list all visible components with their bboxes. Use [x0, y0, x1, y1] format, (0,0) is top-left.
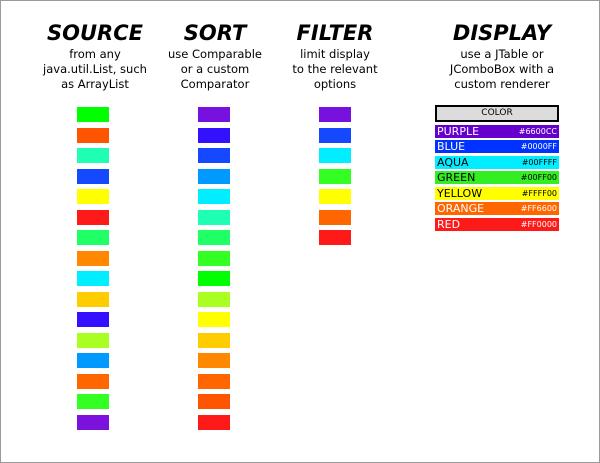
- source-swatch: [77, 127, 109, 143]
- legend-color-name: AQUA: [437, 155, 469, 169]
- sort-swatch: [198, 168, 230, 184]
- legend-row-yellow[interactable]: YELLOW #FFFF00: [435, 186, 559, 200]
- sort-swatch: [198, 271, 230, 286]
- sort-swatch: [198, 148, 230, 163]
- display-description: use a JTable or JComboBox with a custom …: [427, 47, 577, 92]
- legend-color-name: BLUE: [437, 140, 466, 153]
- filter-desc-line: to the relevant: [292, 62, 378, 76]
- source-swatch: [77, 189, 109, 204]
- sort-swatch: [198, 230, 230, 245]
- legend-row-red[interactable]: RED #FF0000: [435, 217, 559, 231]
- source-swatch: [77, 353, 109, 368]
- source-swatch: [77, 312, 109, 327]
- sort-swatch: [198, 107, 230, 122]
- filter-swatch: [319, 148, 351, 163]
- sort-swatch: [198, 394, 230, 409]
- source-desc-line: java.util.List, such: [43, 62, 147, 76]
- legend-color-name: GREEN: [437, 171, 476, 184]
- sort-swatch: [198, 353, 230, 368]
- source-swatch: [77, 394, 109, 409]
- display-title: DISPLAY: [452, 21, 552, 45]
- sort-swatch: [198, 414, 230, 430]
- diagram-canvas: SOURCE from any java.util.List, such as …: [0, 0, 600, 463]
- legend-row-green[interactable]: GREEN #00FF00: [435, 171, 559, 184]
- legend-color-name: ORANGE: [437, 202, 485, 215]
- sort-swatch: [198, 373, 230, 389]
- source-swatch: [77, 271, 109, 286]
- source-description: from any java.util.List, such as ArrayLi…: [25, 47, 165, 92]
- sort-swatch: [198, 209, 230, 225]
- display-desc-line: custom renderer: [454, 77, 550, 91]
- legend-row-blue[interactable]: BLUE #0000FF: [435, 140, 559, 153]
- source-swatch: [77, 230, 109, 245]
- legend-row-aqua[interactable]: AQUA #00FFFF: [435, 155, 559, 169]
- display-desc-line: JComboBox with a: [449, 62, 555, 76]
- legend-color-hex: #0000FF: [520, 142, 557, 151]
- filter-description: limit display to the relevant options: [265, 47, 405, 92]
- source-swatch: [77, 250, 109, 266]
- filter-swatch: [319, 107, 351, 122]
- filter-swatch: [319, 189, 351, 204]
- legend-row-orange[interactable]: ORANGE #FF6600: [435, 202, 559, 215]
- filter-desc-line: limit display: [300, 47, 370, 61]
- source-title: SOURCE: [47, 21, 143, 45]
- legend-color-hex: #00FFFF: [521, 157, 557, 167]
- source-desc-line: from any: [69, 47, 121, 61]
- sort-description: use Comparable or a custom Comparator: [145, 47, 285, 92]
- legend-color-hex: #00FF00: [520, 173, 557, 182]
- filter-swatch: [319, 168, 351, 184]
- sort-swatch: [198, 312, 230, 327]
- sort-swatch: [198, 332, 230, 348]
- sort-swatch: [198, 189, 230, 204]
- sort-swatch: [198, 127, 230, 143]
- source-swatch: [77, 209, 109, 225]
- source-swatch: [77, 107, 109, 122]
- source-swatch: [77, 168, 109, 184]
- sort-swatch: [198, 291, 230, 307]
- legend-color-hex: #FF0000: [520, 219, 557, 229]
- legend-header: COLOR: [435, 105, 559, 122]
- legend-color-hex: #6600CC: [518, 126, 557, 136]
- legend-color-name: RED: [437, 217, 461, 231]
- color-legend-table: COLOR PURPLE #6600CC BLUE #0000FF AQUA #00FFF…: [435, 105, 559, 231]
- sort-desc-line: or a custom: [180, 62, 250, 76]
- sort-swatch: [198, 250, 230, 266]
- source-desc-line: as ArrayList: [61, 77, 129, 91]
- filter-swatch: [319, 230, 351, 245]
- source-swatch: [77, 332, 109, 348]
- legend-color-hex: #FFFF00: [521, 188, 557, 198]
- source-swatch: [77, 373, 109, 389]
- filter-desc-line: options: [313, 77, 357, 91]
- legend-rows: PURPLE #6600CC BLUE #0000FF AQUA #00FFFF GREEN…: [435, 124, 559, 231]
- source-swatch: [77, 148, 109, 163]
- filter-title: FILTER: [296, 21, 374, 45]
- sort-desc-line: Comparator: [180, 77, 250, 91]
- source-swatch: [77, 414, 109, 430]
- legend-color-hex: #FF6600: [520, 204, 557, 213]
- filter-swatch: [319, 209, 351, 225]
- display-desc-line: use a JTable or: [460, 47, 544, 61]
- sort-desc-line: use Comparable: [168, 47, 262, 61]
- source-swatch: [77, 291, 109, 307]
- filter-swatch: [319, 127, 351, 143]
- legend-color-name: PURPLE: [437, 124, 480, 138]
- sort-title: SORT: [183, 21, 247, 45]
- legend-color-name: YELLOW: [437, 186, 483, 200]
- legend-row-purple[interactable]: PURPLE #6600CC: [435, 124, 559, 138]
